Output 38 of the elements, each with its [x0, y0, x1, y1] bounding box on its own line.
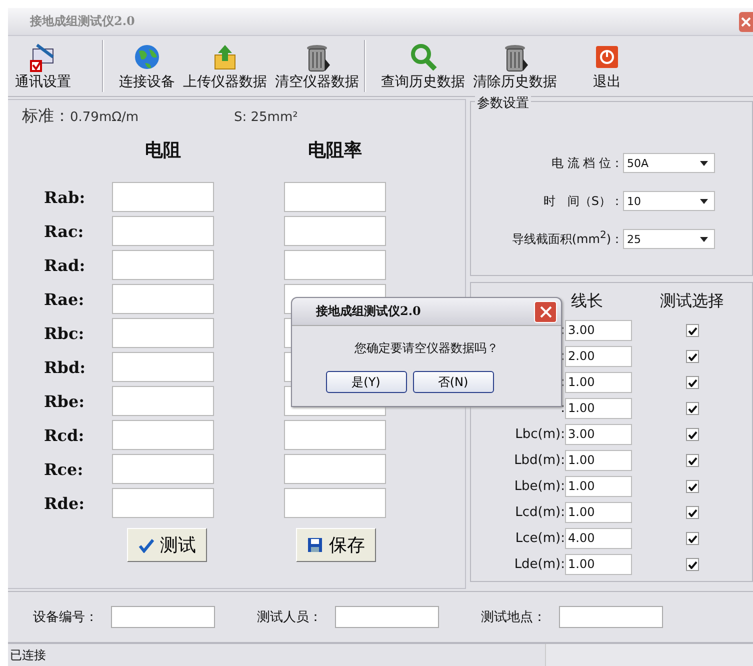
- column-header: 线长: [570, 291, 604, 312]
- row-label: Lcd(m):: [514, 505, 565, 520]
- row-label: Lbd(m):: [513, 453, 565, 468]
- row-label: Rde:: [43, 494, 86, 512]
- row-label: :: [560, 375, 565, 390]
- row-label: :: [560, 323, 565, 338]
- row-label: Rab:: [43, 188, 86, 206]
- dialog-message: 您确定要请空仪器数据吗？: [354, 340, 500, 357]
- group-title: 参数设置: [475, 94, 531, 112]
- row-label: :: [560, 401, 565, 416]
- row-label: Rac:: [43, 222, 85, 240]
- setting-label: 电 流 档 位：: [550, 154, 623, 172]
- status-text: 已连接: [9, 646, 47, 664]
- row-label: Rce:: [43, 460, 84, 478]
- row-label: Rbd:: [43, 358, 87, 376]
- row-label: Lbc(m):: [514, 427, 565, 442]
- column-header: 测试选择: [659, 291, 725, 312]
- field-label: 设备编号：: [33, 609, 99, 626]
- setting-label: 时 间（S）：: [542, 192, 623, 210]
- row-label: Lce(m):: [514, 531, 565, 546]
- field-label: 测试地点：: [481, 609, 547, 626]
- row-label: Rbc:: [43, 324, 86, 342]
- row-label: Rbe:: [43, 392, 86, 410]
- field-label: 测试人员：: [257, 609, 323, 626]
- section-label: S: 25mm²: [234, 110, 298, 125]
- row-label: Lbe(m):: [513, 479, 565, 494]
- row-label: :: [560, 349, 565, 364]
- row-label: Rae:: [43, 290, 86, 308]
- dialog-title: 接地成组测试仪2.0: [316, 303, 421, 320]
- row-label: Rad:: [43, 256, 86, 274]
- setting-label: 导线截面积(mm$^{2}$)：: [510, 230, 623, 248]
- row-label: Rcd:: [43, 426, 86, 444]
- row-label: Lde(m):: [513, 557, 565, 572]
- column-header: 电阻率: [307, 139, 363, 163]
- standard-label: 标准：: [22, 106, 70, 127]
- window-title: 接地成组测试仪2.0: [30, 13, 135, 30]
- column-header: 电阻: [144, 139, 182, 163]
- standard-value: 0.79mΩ/m: [70, 110, 140, 125]
